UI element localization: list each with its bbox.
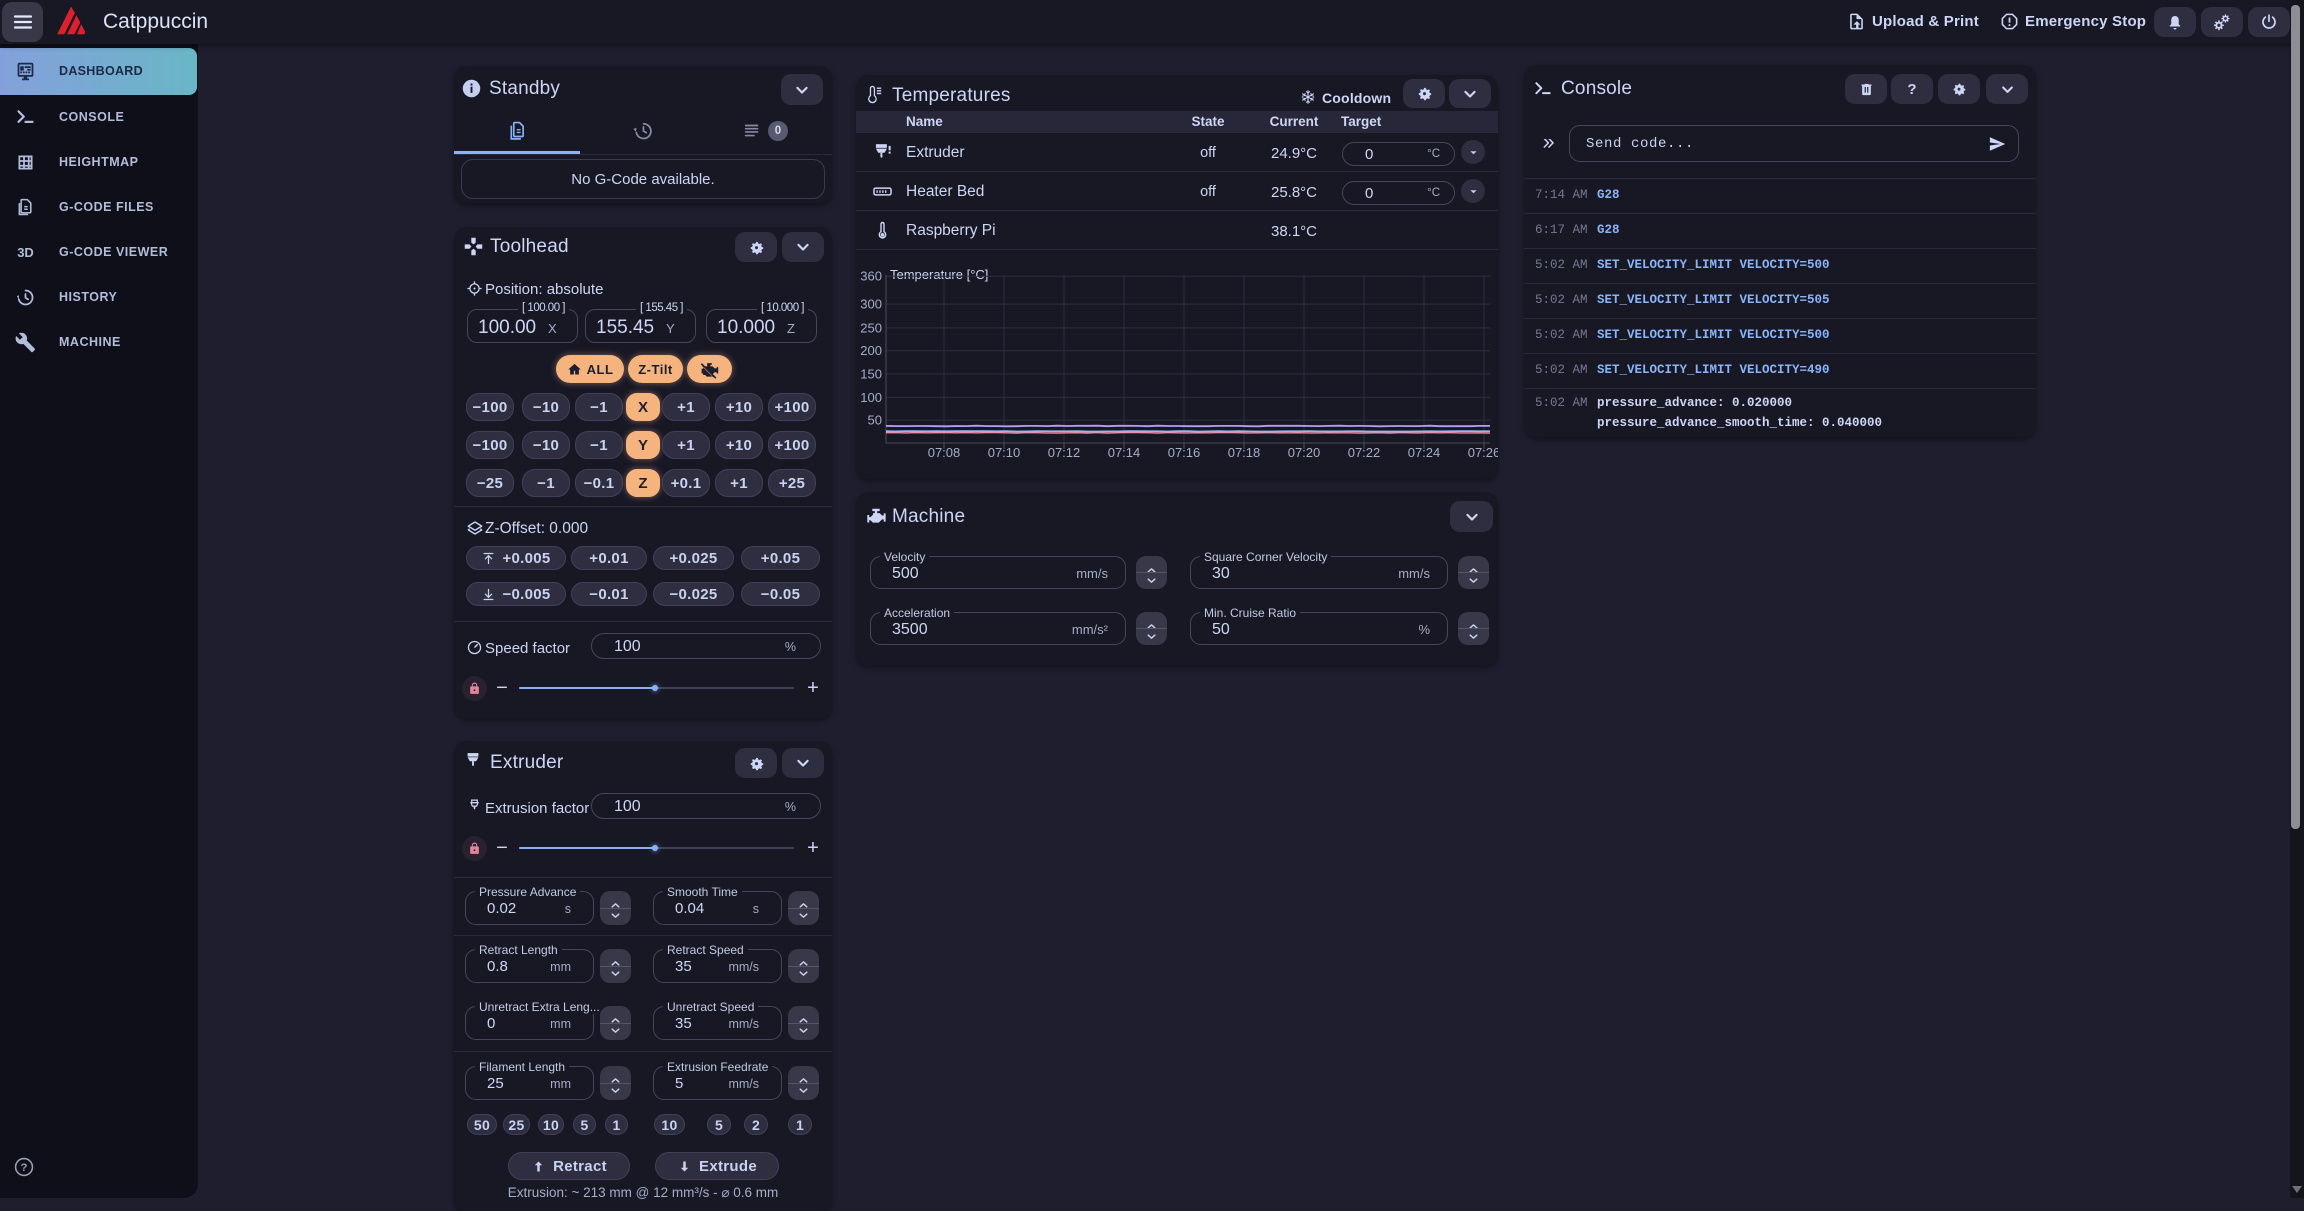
svg-text:07:18: 07:18 [1228,445,1261,460]
svg-text:360: 360 [860,269,882,284]
svg-text:07:10: 07:10 [988,445,1021,460]
svg-text:?: ? [21,1162,28,1174]
svg-text:300: 300 [860,297,882,312]
svg-text:Temperature [°C]: Temperature [°C] [890,267,988,282]
svg-text:07:20: 07:20 [1288,445,1321,460]
svg-text:07:24: 07:24 [1408,445,1441,460]
svg-text:07:16: 07:16 [1168,445,1201,460]
svg-text:200: 200 [860,343,882,358]
svg-text:50: 50 [868,413,882,428]
svg-text:07:26: 07:26 [1468,445,1498,460]
svg-text:07:14: 07:14 [1108,445,1141,460]
svg-text:07:08: 07:08 [928,445,961,460]
svg-text:07:12: 07:12 [1048,445,1081,460]
svg-text:150: 150 [860,366,882,381]
svg-text:100: 100 [860,390,882,405]
svg-text:250: 250 [860,320,882,335]
svg-text:07:22: 07:22 [1348,445,1381,460]
